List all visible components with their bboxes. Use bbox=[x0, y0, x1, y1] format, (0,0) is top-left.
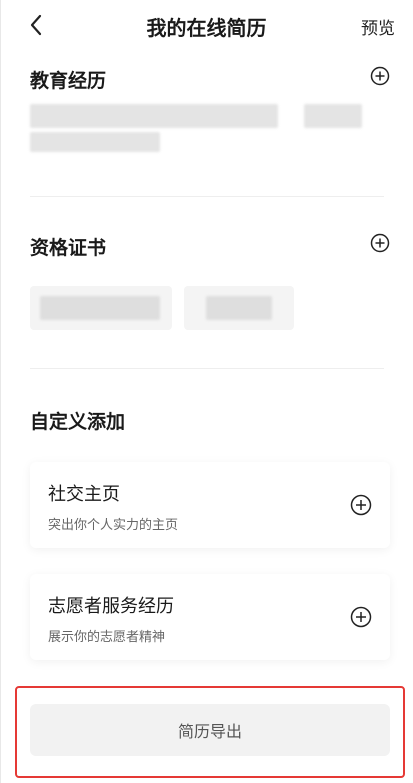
certificate-tag-redacted[interactable] bbox=[184, 286, 294, 330]
custom-section-title: 自定义添加 bbox=[30, 411, 126, 433]
add-volunteer-experience-icon[interactable] bbox=[350, 606, 372, 628]
add-certificate-icon[interactable] bbox=[370, 233, 390, 253]
card-volunteer-experience[interactable]: 志愿者服务经历 展示你的志愿者精神 bbox=[30, 574, 390, 660]
redacted-block bbox=[40, 296, 160, 320]
card-subtitle: 展示你的志愿者精神 bbox=[48, 630, 166, 645]
education-section-title: 教育经历 bbox=[30, 70, 107, 92]
page-title: 我的在线简历 bbox=[146, 16, 267, 40]
export-resume-button[interactable]: 简历导出 bbox=[30, 704, 390, 756]
divider bbox=[30, 368, 384, 369]
certificate-tag-redacted[interactable] bbox=[30, 286, 172, 330]
redacted-block bbox=[304, 104, 362, 128]
header: 我的在线简历 预览 bbox=[0, 0, 413, 50]
card-subtitle: 突出你个人实力的主页 bbox=[48, 518, 179, 533]
divider bbox=[30, 196, 384, 197]
card-title: 社交主页 bbox=[48, 484, 120, 505]
resume-page: 我的在线简历 预览 教育经历 资格证书 自定义添加 社交主页 突出你个人实力的主… bbox=[0, 0, 413, 783]
add-education-icon[interactable] bbox=[370, 66, 390, 86]
preview-button[interactable]: 预览 bbox=[361, 14, 395, 39]
certificates-section-title: 资格证书 bbox=[30, 237, 107, 259]
left-edge-line bbox=[0, 0, 1, 783]
redacted-block bbox=[30, 104, 278, 128]
card-social-homepage[interactable]: 社交主页 突出你个人实力的主页 bbox=[30, 462, 390, 548]
redacted-block bbox=[206, 296, 272, 320]
add-social-homepage-icon[interactable] bbox=[350, 494, 372, 516]
card-title: 志愿者服务经历 bbox=[48, 596, 174, 617]
redacted-block bbox=[30, 132, 160, 152]
